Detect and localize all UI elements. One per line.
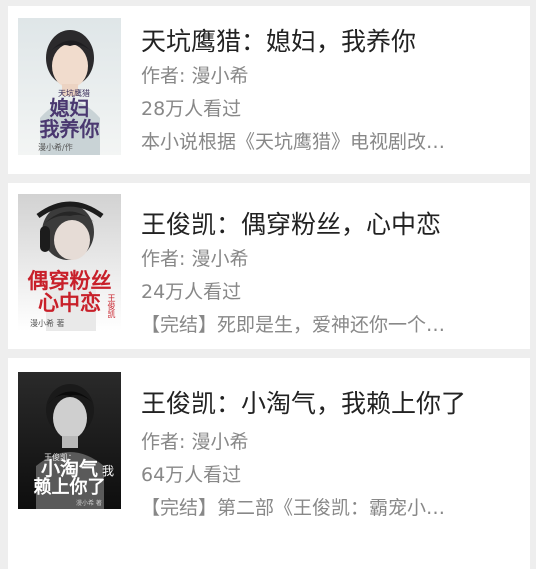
book-cover[interactable]: 天坑鹰猎 媳妇 我养你 漫小希/作: [18, 18, 121, 155]
book-author: 作者: 漫小希: [141, 65, 249, 87]
book-title[interactable]: 王俊凯：小淘气，我赖上你了: [141, 386, 511, 422]
book-author: 作者: 漫小希: [141, 431, 249, 453]
book-info: 王俊凯：小淘气，我赖上你了 作者: 漫小希 64万人看过 【完结】第二部《王俊凯…: [141, 386, 514, 525]
book-author: 作者: 漫小希: [141, 248, 249, 270]
book-description: 【完结】第二部《王俊凯：霸宠小…: [141, 497, 446, 519]
cover-title-line2: 心中恋: [38, 290, 101, 315]
cover-title-line1: 偶穿粉丝: [27, 268, 112, 293]
cover-title-line1: 媳妇: [49, 96, 90, 120]
book-views: 64万人看过: [141, 464, 242, 486]
book-description: 本小说根据《天坑鹰猎》电视剧改…: [141, 131, 446, 153]
book-card[interactable]: 天坑鹰猎 媳妇 我养你 漫小希/作 天坑鹰猎：媳妇，我养你 作者: 漫小希 28…: [8, 6, 530, 174]
book-description: 【完结】死即是生，爱神还你一个…: [141, 314, 446, 336]
cover-title-line2: 我养你: [39, 117, 100, 141]
cover-side-text: 我: [102, 464, 115, 478]
cover-author: 漫小希 著: [30, 319, 65, 328]
book-views: 24万人看过: [141, 281, 242, 303]
cover-author: 漫小希/作: [38, 143, 73, 152]
book-card[interactable]: 偶穿粉丝 心中恋 王俊凯 漫小希 著 王俊凯：偶穿粉丝，心中恋 作者: 漫小希 …: [8, 183, 530, 349]
cover-author: 漫小希 著: [76, 500, 102, 507]
cover-side-text: 王俊凯: [107, 294, 116, 318]
book-cover[interactable]: 王俊凯： 小淘气 赖上你了 我 漫小希 著: [18, 372, 121, 509]
book-title[interactable]: 天坑鹰猎：媳妇，我养你: [141, 24, 514, 60]
book-views: 28万人看过: [141, 98, 242, 120]
book-info: 天坑鹰猎：媳妇，我养你 作者: 漫小希 28万人看过 本小说根据《天坑鹰猎》电视…: [141, 24, 514, 159]
book-info: 王俊凯：偶穿粉丝，心中恋 作者: 漫小希 24万人看过 【完结】死即是生，爱神还…: [141, 207, 514, 342]
book-card[interactable]: 王俊凯： 小淘气 赖上你了 我 漫小希 著 王俊凯：小淘气，我赖上你了 作者: …: [8, 358, 530, 569]
book-cover[interactable]: 偶穿粉丝 心中恋 王俊凯 漫小希 著: [18, 194, 121, 331]
book-title[interactable]: 王俊凯：偶穿粉丝，心中恋: [141, 207, 514, 243]
cover-title-line2: 赖上你了: [33, 477, 106, 498]
